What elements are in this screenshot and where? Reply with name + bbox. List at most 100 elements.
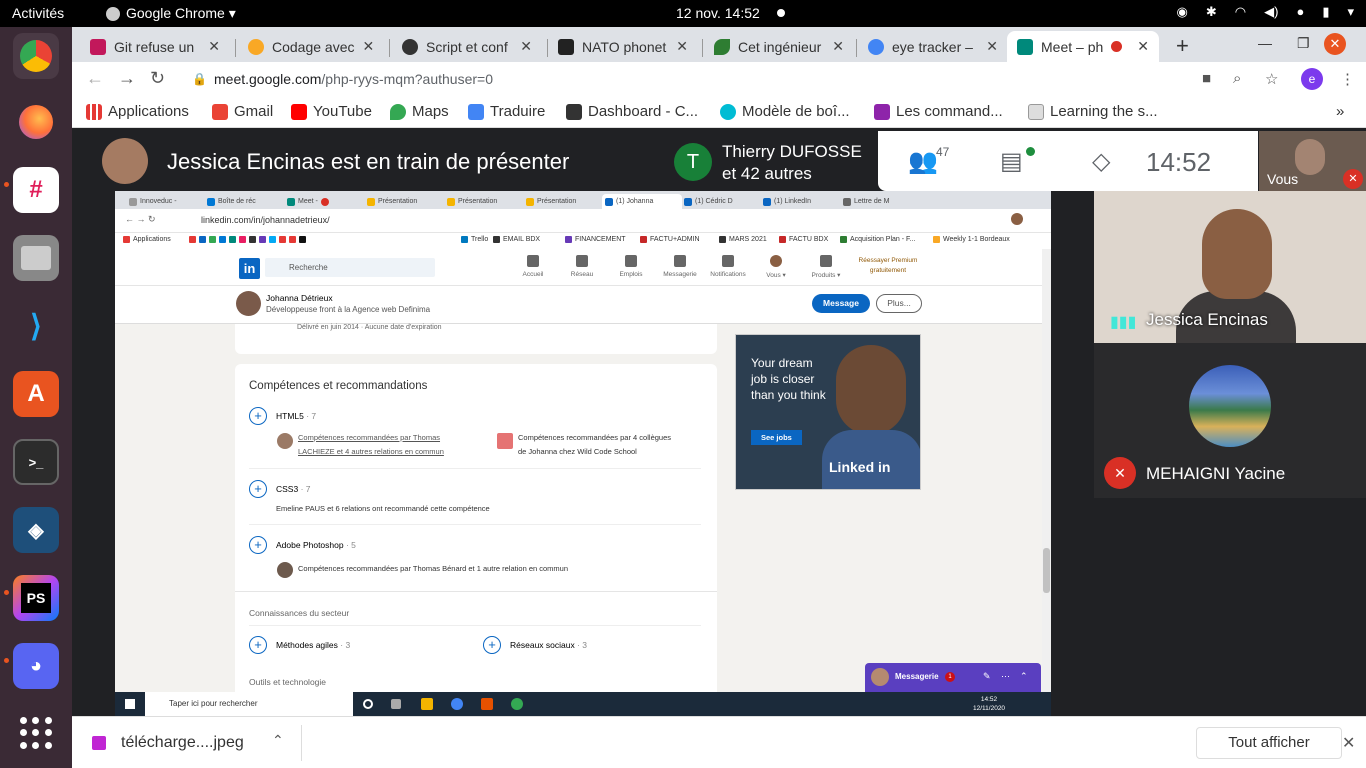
files-icon[interactable] <box>13 235 59 281</box>
activities-shapes-icon[interactable]: ◇ <box>1092 147 1110 176</box>
message-button: Message <box>812 294 870 313</box>
system-tray[interactable]: ◉ ✱ ◠ ◀) ● ▮ ▾ <box>1177 4 1354 20</box>
chevron-up-icon: ⌃ <box>1020 671 1028 681</box>
activities-button[interactable]: Activités <box>12 5 64 21</box>
compose-icon: ✎ <box>983 671 991 681</box>
show-all-button[interactable]: Tout afficher <box>1196 727 1342 759</box>
participant-tile[interactable]: ✕ MEHAIGNI Yacine <box>1094 343 1366 498</box>
tab-close-icon[interactable]: ✕ <box>208 38 220 55</box>
camera-in-use-icon[interactable]: ■ <box>1202 70 1211 87</box>
system-clock[interactable]: 12 nov. 14:52 <box>676 5 760 21</box>
new-tab-icon[interactable]: + <box>1176 33 1189 59</box>
zoom-icon[interactable]: ⌕ <box>1233 70 1241 87</box>
phpstorm-icon[interactable]: PS <box>13 575 59 621</box>
presenter-avatar <box>102 138 148 184</box>
discord-tray-icon[interactable]: ◉ <box>1177 4 1188 20</box>
endorser-avatar <box>277 562 293 578</box>
profile-avatar <box>236 291 261 316</box>
maximize-window-icon[interactable]: ❐ <box>1297 35 1310 52</box>
participants-count: 47 <box>936 145 950 159</box>
browser-tab[interactable]: Git refuse un ✕ <box>80 31 230 62</box>
wifi-icon[interactable]: ◠ <box>1235 4 1246 20</box>
self-view-tile[interactable]: Vous ✕ <box>1259 131 1366 191</box>
other-participants-tile[interactable]: T Thierry DUFOSSE et 42 autres <box>662 131 878 191</box>
vscode-icon[interactable]: ⟩ <box>13 303 59 349</box>
participants-icon[interactable]: 👥 <box>908 147 938 176</box>
system-top-bar: Activités Google Chrome ▾ 12 nov. 14:52 … <box>0 0 1366 27</box>
bookmark-traduire[interactable]: Traduire <box>468 103 545 120</box>
browser-toolbar: ← → ↻ 🔒 meet.google.com/php-ryys-mqm?aut… <box>72 62 1366 96</box>
tab-close-icon[interactable]: ✕ <box>986 38 998 55</box>
divider <box>249 625 701 626</box>
profile-avatar[interactable]: e <box>1301 68 1323 90</box>
minimize-window-icon[interactable]: — <box>1258 35 1272 51</box>
address-bar[interactable]: 🔒 meet.google.com/php-ryys-mqm?authuser=… <box>180 64 1280 94</box>
tab-close-icon[interactable]: ✕ <box>520 38 532 55</box>
participant-initial-avatar: T <box>674 143 712 181</box>
tab-close-icon[interactable]: ✕ <box>832 38 844 55</box>
browser-tab[interactable]: Cet ingénieur ✕ <box>704 31 854 62</box>
participant-tile-speaking[interactable]: ▮▮▮ Jessica Encinas <box>1094 191 1366 343</box>
close-downloads-icon[interactable]: ✕ <box>1342 733 1355 753</box>
bookmark-maps[interactable]: Maps <box>390 103 449 120</box>
volume-icon[interactable]: ◀) <box>1264 4 1278 20</box>
browser-tab[interactable]: Script et conf ✕ <box>392 31 542 62</box>
mysql-workbench-icon[interactable]: ◈ <box>13 507 59 553</box>
presented-bookmark: Acquisition Plan - F... <box>840 236 915 243</box>
bookmark-applications[interactable]: Applications <box>86 103 189 120</box>
terminal-icon[interactable]: >_ <box>13 439 59 485</box>
chrome-icon[interactable] <box>13 33 59 79</box>
browser-tab[interactable]: Codage avec ✕ <box>238 31 384 62</box>
me-avatar <box>770 255 782 267</box>
presented-scrollbar <box>1042 249 1051 692</box>
tab-close-icon[interactable]: ✕ <box>676 38 688 55</box>
presented-tab: Meet - <box>287 194 347 209</box>
power-menu-icon[interactable]: ▾ <box>1347 4 1354 20</box>
lock-icon[interactable]: 🔒 <box>192 72 207 86</box>
tab-close-icon[interactable]: ✕ <box>363 38 375 55</box>
slack-icon[interactable]: # <box>13 167 59 213</box>
app-menu[interactable]: Google Chrome ▾ <box>106 5 236 22</box>
mic-off-icon: ✕ <box>1343 169 1363 189</box>
bookmark-commandes[interactable]: Les command... <box>874 103 1003 120</box>
menu-kebab-icon[interactable]: ⋮ <box>1340 70 1355 88</box>
browser-tab[interactable]: eye tracker – ✕ <box>858 31 1008 62</box>
battery-icon[interactable]: ▮ <box>1322 4 1329 20</box>
download-item[interactable]: télécharge....jpeg <box>121 734 244 752</box>
presented-bookmark: FACTU+ADMIN <box>640 236 700 243</box>
translate-icon <box>468 103 484 120</box>
bookmark-star-icon[interactable]: ☆ <box>1265 70 1278 88</box>
tab-close-icon[interactable]: ✕ <box>1137 38 1149 55</box>
bookmark-modele[interactable]: Modèle de boî... <box>720 103 850 120</box>
firefox-icon[interactable] <box>13 99 59 145</box>
browser-tab[interactable]: NATO phonet ✕ <box>548 31 698 62</box>
maps-icon <box>390 103 406 120</box>
linkedin-logo: in <box>239 258 260 279</box>
show-applications-icon[interactable] <box>20 717 52 749</box>
tab-favicon-icon <box>1017 38 1033 55</box>
forward-icon[interactable]: → <box>118 68 136 89</box>
bookmark-gmail[interactable]: Gmail <box>212 103 273 120</box>
browser-tab-active[interactable]: Meet – ph ✕ <box>1007 31 1159 62</box>
reload-icon[interactable]: ↻ <box>150 68 165 89</box>
discord-icon[interactable]: ◕ <box>13 643 59 689</box>
more-bookmarks-icon[interactable]: » <box>1336 103 1344 120</box>
self-video <box>1295 139 1325 175</box>
linkedin-ad: Your dream job is closer than you think … <box>735 334 921 490</box>
bookmark-dashboard[interactable]: Dashboard - C... <box>566 103 698 120</box>
participant-video <box>1202 209 1272 299</box>
bookmark-youtube[interactable]: YouTube <box>291 103 372 120</box>
bookmark-learning[interactable]: Learning the s... <box>1028 103 1158 120</box>
endorser-avatar <box>277 433 293 449</box>
slack-tray-icon[interactable]: ✱ <box>1206 4 1217 20</box>
windows-taskbar: Taper ici pour rechercher 14:52 12/11/202… <box>115 692 1051 716</box>
software-icon[interactable]: A <box>13 371 59 417</box>
close-window-icon[interactable]: ✕ <box>1324 33 1346 55</box>
notifications-icon <box>722 255 734 267</box>
back-icon[interactable]: ← <box>86 68 104 89</box>
tab-favicon-icon <box>90 38 106 55</box>
chat-icon[interactable]: ▤ <box>1000 147 1023 176</box>
microphone-icon[interactable]: ● <box>1296 4 1304 20</box>
chevron-up-icon[interactable]: ⌃ <box>272 732 284 749</box>
premium-link: Réessayer Premium gratuitement <box>858 257 918 274</box>
